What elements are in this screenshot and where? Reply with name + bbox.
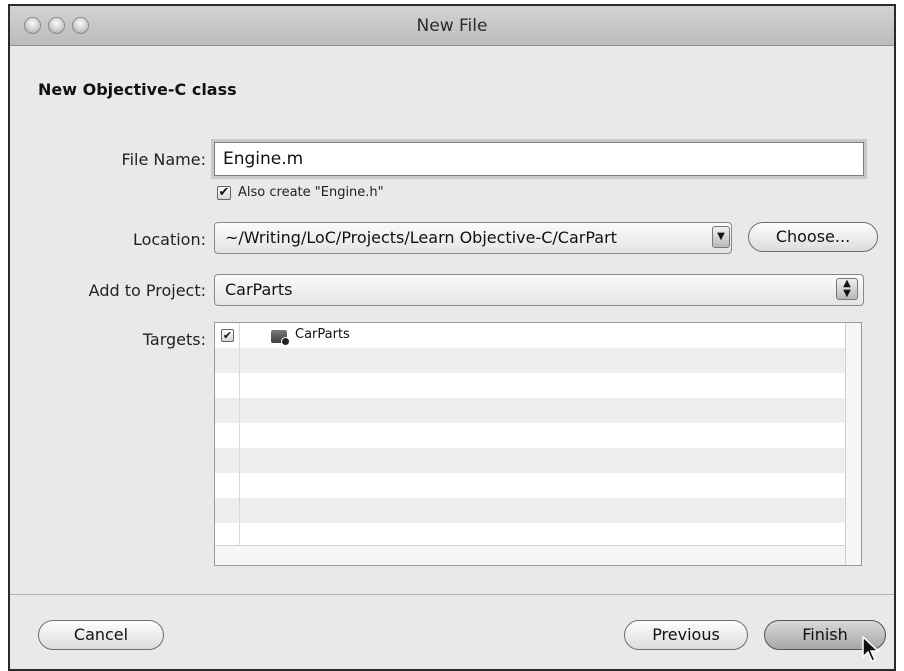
mouse-pointer-icon <box>862 636 880 662</box>
location-dropdown-arrow-icon[interactable]: ▼ <box>712 226 730 248</box>
empty-row <box>215 398 845 423</box>
footer-divider <box>10 594 894 595</box>
add-to-project-value: CarParts <box>225 280 293 299</box>
file-name-label: File Name: <box>121 150 206 169</box>
choose-button[interactable]: Choose... <box>748 222 878 252</box>
empty-row <box>215 498 845 523</box>
application-target-icon <box>271 330 290 346</box>
target-label: CarParts <box>295 327 350 342</box>
also-create-header-label: Also create "Engine.h" <box>238 185 384 200</box>
file-name-input[interactable] <box>214 142 864 176</box>
empty-row <box>215 373 845 398</box>
empty-row <box>215 348 845 373</box>
cancel-button[interactable]: Cancel <box>38 620 164 650</box>
empty-row <box>215 423 845 448</box>
new-file-window: New File New Objective-C class File Name… <box>8 4 896 671</box>
targets-label: Targets: <box>142 330 206 349</box>
location-value: ~/Writing/LoC/Projects/Learn Objective-C… <box>225 228 617 247</box>
target-row[interactable]: ✔ CarParts <box>215 323 845 348</box>
vertical-scrollbar[interactable] <box>845 323 861 565</box>
location-popup[interactable]: ~/Writing/LoC/Projects/Learn Objective-C… <box>214 222 732 254</box>
location-label: Location: <box>132 230 206 249</box>
add-to-project-popup[interactable]: CarParts <box>214 274 864 306</box>
empty-row <box>215 473 845 498</box>
target-checkbox[interactable]: ✔ <box>221 329 234 342</box>
column-divider <box>239 323 240 545</box>
add-to-project-label: Add to Project: <box>88 281 206 300</box>
window-title: New File <box>416 16 488 36</box>
title-bar: New File <box>10 6 894 46</box>
targets-list: ✔ CarParts <box>214 322 862 566</box>
dialog-heading: New Objective-C class <box>38 80 237 99</box>
also-create-header-checkbox[interactable]: ✔ <box>217 186 231 200</box>
up-down-arrows-icon[interactable]: ▲ ▼ <box>836 278 858 300</box>
previous-button[interactable]: Previous <box>624 620 748 650</box>
horizontal-scrollbar[interactable] <box>215 545 845 565</box>
empty-row <box>215 448 845 473</box>
